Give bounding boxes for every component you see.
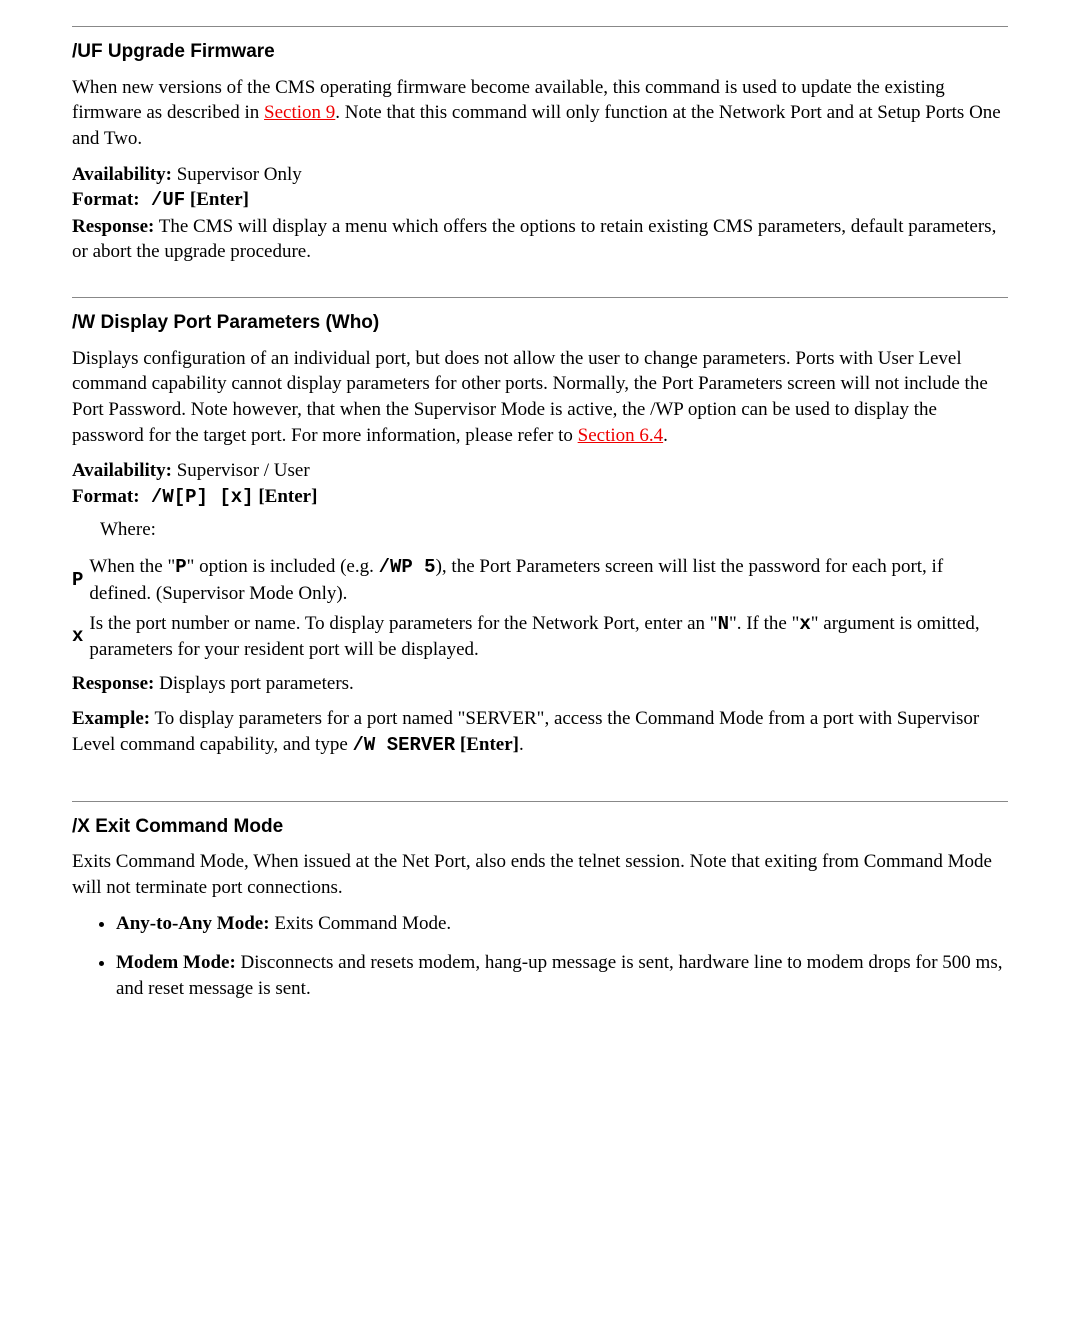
w-format-line: Format: /W[P] [x] [Enter] (72, 484, 1008, 511)
uf-heading-title: Upgrade Firmware (108, 41, 275, 62)
param-x-key: x (72, 609, 89, 665)
format-command: /W[P] [x] (140, 486, 254, 508)
w-heading: /W Display Port Parameters (Who) (72, 310, 1008, 336)
availability-label: Availability: (72, 460, 172, 481)
response-label: Response: (72, 216, 154, 237)
uf-availability-line: Availability: Supervisor Only (72, 162, 1008, 188)
x-heading-title: Exit Command Mode (95, 816, 283, 837)
format-label: Format: (72, 189, 140, 210)
x-body: Exits Command Mode, When issued at the N… (72, 849, 1008, 900)
w-heading-abbrev: /W (72, 312, 95, 333)
modem-mode-body: Disconnects and resets modem, hang-up me… (116, 952, 1002, 999)
format-enter: [Enter] (254, 486, 318, 507)
section-6-4-link[interactable]: Section 6.4 (578, 425, 664, 446)
availability-value: Supervisor / User (172, 460, 310, 481)
list-item: Modem Mode: Disconnects and resets modem… (116, 950, 1008, 1001)
x-heading: /X Exit Command Mode (72, 814, 1008, 840)
uf-heading-abbrev: /UF (72, 41, 103, 62)
format-command: /UF (140, 189, 186, 211)
x-mode-list: Any-to-Any Mode: Exits Command Mode. Mod… (98, 911, 1008, 1002)
list-item: Any-to-Any Mode: Exits Command Mode. (116, 911, 1008, 937)
table-row: P When the "P" option is included (e.g. … (72, 552, 1008, 608)
uf-format-line: Format: /UF [Enter] (72, 187, 1008, 214)
w-heading-title: Display Port Parameters (Who) (101, 312, 380, 333)
w-body-text-b: . (663, 425, 668, 446)
modem-mode-label: Modem Mode: (116, 952, 236, 973)
divider-mid-2 (72, 801, 1008, 802)
parameter-table: P When the "P" option is included (e.g. … (72, 552, 1008, 665)
availability-value: Supervisor Only (172, 164, 302, 185)
response-value: Displays port parameters. (154, 673, 353, 694)
uf-heading: /UF Upgrade Firmware (72, 39, 1008, 65)
format-enter: [Enter] (185, 189, 249, 210)
any-to-any-label: Any-to-Any Mode: (116, 913, 270, 934)
param-p-key: P (72, 552, 89, 608)
divider-mid-1 (72, 297, 1008, 298)
w-availability-line: Availability: Supervisor / User (72, 458, 1008, 484)
response-label: Response: (72, 673, 154, 694)
param-x-desc: Is the port number or name. To display p… (89, 609, 1008, 665)
table-row: x Is the port number or name. To display… (72, 609, 1008, 665)
w-body: Displays configuration of an individual … (72, 346, 1008, 449)
any-to-any-body: Exits Command Mode. (270, 913, 452, 934)
example-label: Example: (72, 708, 150, 729)
where-label: Where: (100, 517, 1008, 543)
response-value: The CMS will display a menu which offers… (72, 216, 996, 263)
w-response-line: Response: Displays port parameters. (72, 671, 1008, 697)
uf-response-line: Response: The CMS will display a menu wh… (72, 214, 1008, 265)
param-p-desc: When the "P" option is included (e.g. /W… (89, 552, 1008, 608)
w-body-text-a: Displays configuration of an individual … (72, 348, 988, 446)
uf-body: When new versions of the CMS operating f… (72, 75, 1008, 152)
divider-top (72, 26, 1008, 27)
w-example-line: Example: To display parameters for a por… (72, 706, 1008, 758)
availability-label: Availability: (72, 164, 172, 185)
format-label: Format: (72, 486, 140, 507)
section-9-link[interactable]: Section 9 (264, 102, 335, 123)
x-heading-abbrev: /X (72, 816, 90, 837)
